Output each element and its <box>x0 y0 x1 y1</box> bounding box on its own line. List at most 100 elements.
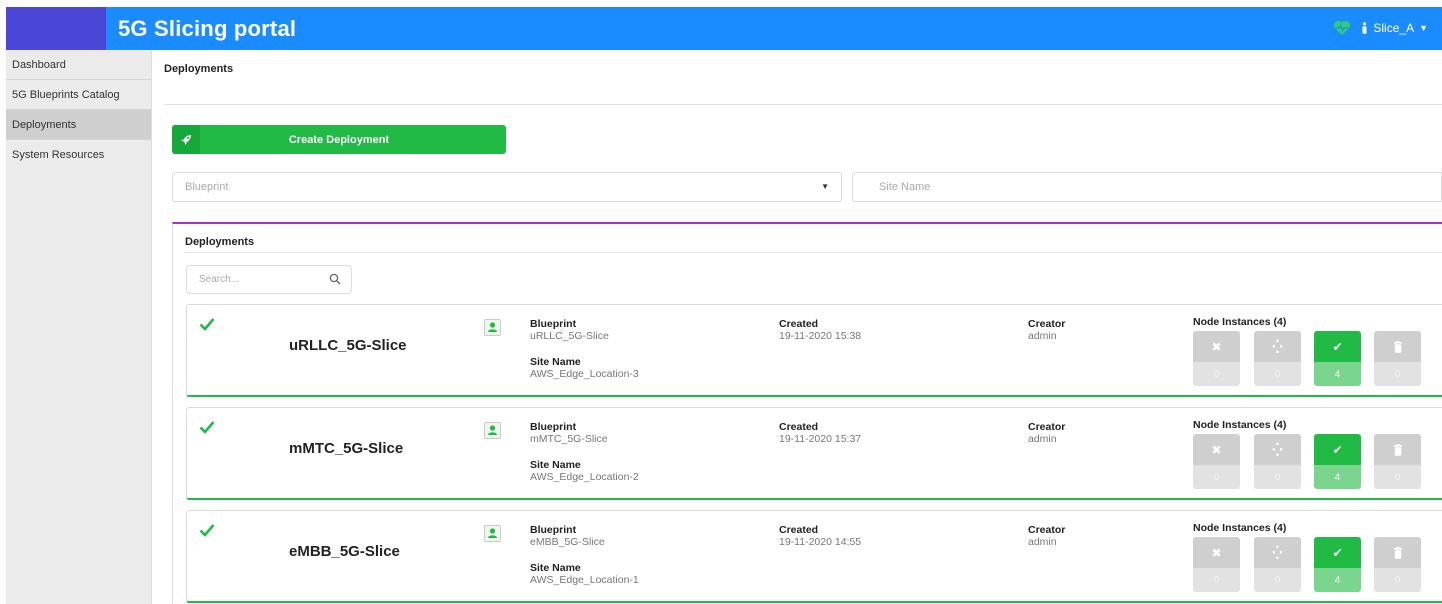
created-value: 19-11-2020 15:37 <box>779 433 862 445</box>
in-progress-count: 0 <box>1254 465 1301 489</box>
in-progress-instances-button[interactable]: ⁛ 0 <box>1254 331 1301 386</box>
sidebar: Dashboard 5G Blueprints Catalog Deployme… <box>6 50 152 604</box>
user-icon <box>1362 22 1367 34</box>
user-menu[interactable]: Slice_A ▼ <box>1361 21 1428 35</box>
check-icon: ✔ <box>1314 331 1361 362</box>
create-deployment-label: Create Deployment <box>288 133 390 146</box>
heart-icon <box>1334 20 1351 36</box>
node-instances-label: Node Instances (4) <box>1193 522 1287 534</box>
top-bar: 5G Slicing portal Slice_A ▼ <box>6 7 1442 50</box>
failed-instances-button[interactable]: ✖ 0 <box>1193 331 1240 386</box>
deleted-instances-button[interactable]: 0 <box>1374 537 1421 592</box>
site-name-value: AWS_Edge_Location-2 <box>530 471 639 483</box>
x-icon: ✖ <box>1193 537 1240 568</box>
deployment-name[interactable]: eMBB_5G-Slice <box>289 543 400 560</box>
brand-accent <box>6 7 106 50</box>
started-count: 4 <box>1314 465 1361 489</box>
in-progress-instances-button[interactable]: ⁛ 0 <box>1254 434 1301 489</box>
blueprint-field: Blueprint eMBB_5G-Slice <box>530 524 605 548</box>
site-name-field: Site Name AWS_Edge_Location-2 <box>530 459 639 483</box>
chevron-down-icon: ▼ <box>821 182 829 191</box>
sidebar-item-system-resources[interactable]: System Resources <box>6 140 151 170</box>
deployment-card[interactable]: eMBB_5G-Slice Blueprint eMBB_5G-Slice Si… <box>186 510 1442 603</box>
main-content: Deployments Create Deployment Blueprint … <box>152 50 1442 604</box>
trash-icon <box>1374 331 1421 362</box>
started-count: 4 <box>1314 568 1361 592</box>
created-label: Created <box>779 318 819 330</box>
search-icon <box>329 273 341 285</box>
divider <box>164 104 1442 105</box>
deployment-card[interactable]: uRLLC_5G-Slice Blueprint uRLLC_5G-Slice … <box>186 304 1442 397</box>
blueprint-select[interactable]: Blueprint ▼ <box>172 172 842 202</box>
deleted-count: 0 <box>1374 568 1421 592</box>
started-count: 4 <box>1314 362 1361 386</box>
user-icon <box>484 525 501 542</box>
blueprint-label: Blueprint <box>530 524 577 536</box>
check-icon <box>199 524 215 537</box>
check-icon: ✔ <box>1314 434 1361 465</box>
check-icon: ✔ <box>1314 537 1361 568</box>
site-name-label: Site Name <box>530 459 581 471</box>
in-progress-instances-button[interactable]: ⁛ 0 <box>1254 537 1301 592</box>
user-icon <box>484 319 501 336</box>
created-label: Created <box>779 421 819 433</box>
blueprint-placeholder: Blueprint <box>185 181 229 193</box>
deployment-card[interactable]: mMTC_5G-Slice Blueprint mMTC_5G-Slice Si… <box>186 407 1442 500</box>
failed-count: 0 <box>1193 465 1240 489</box>
sidebar-item-deployments[interactable]: Deployments <box>6 110 151 140</box>
failed-instances-button[interactable]: ✖ 0 <box>1193 537 1240 592</box>
started-instances-button[interactable]: ✔ 4 <box>1314 331 1361 386</box>
started-instances-button[interactable]: ✔ 4 <box>1314 537 1361 592</box>
sidebar-item-dashboard[interactable]: Dashboard <box>6 50 151 80</box>
search-input[interactable]: Search... <box>186 265 352 294</box>
spinner-icon: ⁛ <box>1254 537 1301 568</box>
panel-title: Deployments <box>185 236 255 248</box>
blueprint-field: Blueprint uRLLC_5G-Slice <box>530 318 609 342</box>
sidebar-item-blueprints-catalog[interactable]: 5G Blueprints Catalog <box>6 80 151 110</box>
deployment-name[interactable]: mMTC_5G-Slice <box>289 440 403 457</box>
in-progress-count: 0 <box>1254 568 1301 592</box>
create-deployment-button[interactable]: Create Deployment <box>172 125 506 154</box>
creator-field: Creator admin <box>1028 421 1065 445</box>
node-instances-label: Node Instances (4) <box>1193 419 1287 431</box>
creator-field: Creator admin <box>1028 524 1065 548</box>
search-placeholder: Search... <box>199 274 240 285</box>
deleted-instances-button[interactable]: 0 <box>1374 331 1421 386</box>
creator-field: Creator admin <box>1028 318 1065 342</box>
started-instances-button[interactable]: ✔ 4 <box>1314 434 1361 489</box>
trash-icon <box>1374 434 1421 465</box>
creator-label: Creator <box>1028 318 1066 330</box>
blueprint-value: uRLLC_5G-Slice <box>530 330 609 342</box>
chevron-down-icon: ▼ <box>1419 23 1428 33</box>
page-title: Deployments <box>164 63 234 75</box>
site-name-value: AWS_Edge_Location-1 <box>530 574 639 586</box>
spinner-icon: ⁛ <box>1254 434 1301 465</box>
app-title: 5G Slicing portal <box>118 16 297 41</box>
spinner-icon: ⁛ <box>1254 331 1301 362</box>
creator-value: admin <box>1028 433 1057 445</box>
site-name-label: Site Name <box>530 356 581 368</box>
created-field: Created 19-11-2020 15:37 <box>779 421 861 445</box>
creator-value: admin <box>1028 536 1057 548</box>
site-name-placeholder: Site Name <box>879 181 931 193</box>
failed-instances-button[interactable]: ✖ 0 <box>1193 434 1240 489</box>
in-progress-count: 0 <box>1254 362 1301 386</box>
blueprint-label: Blueprint <box>530 421 577 433</box>
failed-count: 0 <box>1193 362 1240 386</box>
site-name-field: Site Name AWS_Edge_Location-3 <box>530 356 639 380</box>
check-icon <box>199 421 215 434</box>
failed-count: 0 <box>1193 568 1240 592</box>
deleted-instances-button[interactable]: 0 <box>1374 434 1421 489</box>
site-name-label: Site Name <box>530 562 581 574</box>
rocket-icon <box>172 125 200 154</box>
deployment-name[interactable]: uRLLC_5G-Slice <box>289 337 407 354</box>
created-value: 19-11-2020 15:38 <box>779 330 862 342</box>
blueprint-field: Blueprint mMTC_5G-Slice <box>530 421 608 445</box>
site-name-field: Site Name AWS_Edge_Location-1 <box>530 562 639 586</box>
blueprint-label: Blueprint <box>530 318 577 330</box>
deployments-panel: Deployments Search... uRLLC_5G-Slice Blu… <box>172 222 1442 604</box>
creator-label: Creator <box>1028 421 1066 433</box>
site-name-input[interactable]: Site Name <box>852 172 1442 202</box>
blueprint-value: mMTC_5G-Slice <box>530 433 608 445</box>
x-icon: ✖ <box>1193 331 1240 362</box>
